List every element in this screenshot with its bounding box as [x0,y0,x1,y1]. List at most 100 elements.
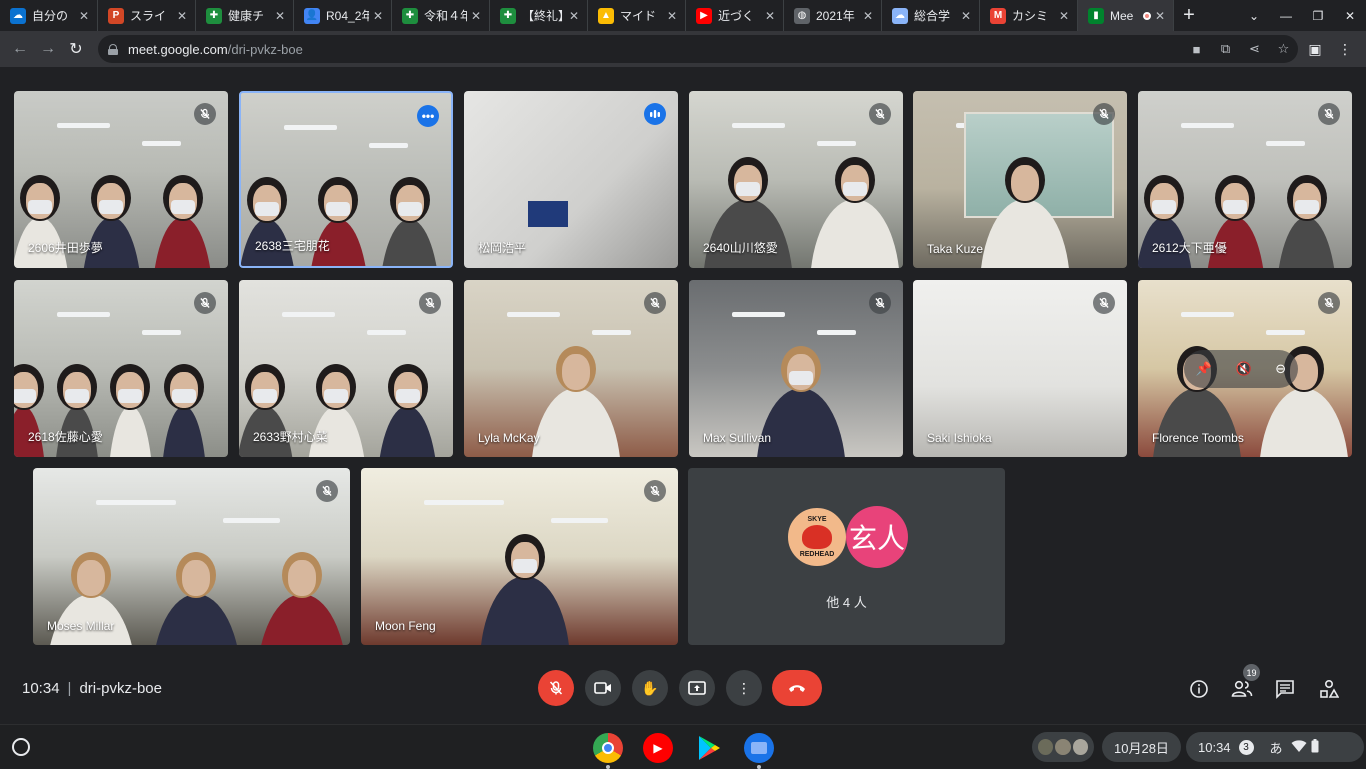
tab-title: 自分の [32,9,69,23]
leave-call-button[interactable] [772,670,822,706]
tab-title: 【終礼】 [522,9,565,23]
reload-button[interactable]: ↻ [62,39,90,59]
youtube-app-icon[interactable]: ▶ [643,733,673,763]
browser-tab[interactable]: ☁ 自分の ✕ [0,0,98,31]
participant-body [161,406,207,457]
more-options-button[interactable]: ⋮ [726,670,762,706]
address-bar[interactable]: meet.google.com/dri-pvkz-boe ■ ⧉ ⋖ ☆ [98,35,1298,63]
browser-tab[interactable]: ✚ 令和４年 ✕ [392,0,490,31]
participant-tile[interactable]: Max Sullivan [689,280,903,457]
mic-toggle-button[interactable] [538,670,574,706]
translate-icon[interactable]: ⧉ [1211,41,1240,57]
ceiling-light [281,311,336,317]
participant-tile[interactable]: Lyla McKay [464,280,678,457]
tab-close-icon[interactable]: ✕ [863,9,873,23]
status-tray[interactable]: 10:34 3 あ [1186,732,1364,762]
participant-tile[interactable]: Saki Ishioka [913,280,1127,457]
tab-close-icon[interactable]: ✕ [471,9,481,23]
browser-tab[interactable]: ▶ 近づく ✕ [686,0,784,31]
mute-participant-icon[interactable]: 🔇 [1236,361,1252,377]
tab-close-icon[interactable]: ✕ [373,9,383,23]
tab-close-icon[interactable]: ✕ [961,9,971,23]
tab-close-icon[interactable]: ✕ [1155,9,1165,23]
meeting-details-button[interactable] [1186,676,1212,702]
participant-tile[interactable]: Moses Millar [33,468,350,645]
close-window-button[interactable]: ✕ [1334,9,1366,23]
new-tab-button[interactable]: + [1174,4,1204,27]
participant-tile[interactable]: 2633野村心菜 [239,280,453,457]
tab-close-icon[interactable]: ✕ [177,9,187,23]
ceiling-light [223,517,281,523]
audio-level-icon [644,103,666,125]
participant-name: 2612大下亜優 [1152,241,1227,255]
pin-icon[interactable]: 📌 [1196,361,1212,377]
participant-name: Moon Feng [375,619,436,633]
bookmark-star-icon[interactable]: ☆ [1269,41,1298,57]
restore-button[interactable]: ❐ [1302,9,1334,23]
tab-close-icon[interactable]: ✕ [667,9,677,23]
notification-count: 3 [1238,739,1254,755]
browser-menu-icon[interactable]: ⋮ [1330,41,1360,58]
launcher-button[interactable] [12,738,30,756]
browser-tab[interactable]: ▮ Mee ✕ [1078,0,1174,31]
participant-tile[interactable]: 2638三宅朋花 ••• [239,91,453,268]
browser-tab[interactable]: ✚ 【終礼】 ✕ [490,0,588,31]
meeting-separator: | [67,680,72,697]
meet-control-bar: 10:34 | dri-pvkz-boe ✋ ⋮ 19 [0,660,1366,720]
tab-close-icon[interactable]: ✕ [569,9,579,23]
mic-off-icon [644,292,666,314]
lock-icon[interactable] [108,43,118,55]
minimize-button[interactable]: — [1270,9,1302,23]
others-tile[interactable]: SKYE REDHEAD 玄人 他 4 人 [688,468,1005,645]
face-mask [99,200,124,215]
participant-tile[interactable]: 2618佐藤心愛 [14,280,228,457]
raise-hand-button[interactable]: ✋ [632,670,668,706]
participant-tile[interactable]: 松岡浩平 [464,91,678,268]
more-horiz-icon[interactable]: ••• [417,105,439,127]
tab-close-icon[interactable]: ✕ [275,9,285,23]
browser-toolbar: ← → ↻ meet.google.com/dri-pvkz-boe ■ ⧉ ⋖… [0,31,1366,67]
browser-tab[interactable]: ▲ マイド ✕ [588,0,686,31]
chrome-app-icon[interactable] [593,733,623,769]
holding-space-thumbnails[interactable] [1032,732,1094,762]
camera-toggle-button[interactable] [585,670,621,706]
tab-close-icon[interactable]: ✕ [1059,9,1069,23]
tab-close-icon[interactable]: ✕ [79,9,89,23]
date-tray[interactable]: 10月28日 [1102,732,1181,762]
browser-tab[interactable]: ✚ 健康チ ✕ [196,0,294,31]
videocam-icon [594,682,611,694]
tab-title: R04_2年 [326,9,369,23]
browser-tab[interactable]: P スライ ✕ [98,0,196,31]
tab-search-icon[interactable]: ⌄ [1238,9,1270,23]
participant-tile[interactable]: Florence Toombs 📌 🔇 ⊖ [1138,280,1352,457]
ceiling-light [817,140,856,146]
meeting-info: 10:34 | dri-pvkz-boe [22,680,162,697]
participant-face [182,560,211,597]
participant-tile[interactable]: Taka Kuze [913,91,1127,268]
browser-tab[interactable]: ◍ 2021年 ✕ [784,0,882,31]
participant-tile[interactable]: 2640山川悠愛 [689,91,903,268]
drive-icon: ▲ [598,7,614,24]
present-icon [688,681,706,695]
participant-tile[interactable]: 2612大下亜優 [1138,91,1352,268]
participant-tile[interactable]: 2606井田歩夢 [14,91,228,268]
tab-close-icon[interactable]: ✕ [765,9,775,23]
browser-tab[interactable]: 👤 R04_2年 ✕ [294,0,392,31]
chat-button[interactable] [1272,676,1298,702]
browser-tab[interactable]: M カシミ ✕ [980,0,1078,31]
side-panel-icon[interactable]: ▣ [1300,41,1330,58]
files-app-icon[interactable] [744,733,774,769]
share-icon[interactable]: ⋖ [1240,41,1269,57]
present-screen-button[interactable] [679,670,715,706]
remove-icon[interactable]: ⊖ [1275,361,1286,377]
participant-tile[interactable]: Moon Feng [361,468,678,645]
camera-in-use-icon[interactable]: ■ [1182,42,1211,57]
ceiling-light [731,311,786,317]
play-store-app-icon[interactable] [694,733,724,763]
browser-tab[interactable]: ☁ 総合学 ✕ [882,0,980,31]
back-button[interactable]: ← [6,40,34,58]
activities-button[interactable] [1316,676,1342,702]
forward-button[interactable]: → [34,40,62,58]
ceiling-light [56,122,111,128]
call-end-icon [789,685,805,692]
